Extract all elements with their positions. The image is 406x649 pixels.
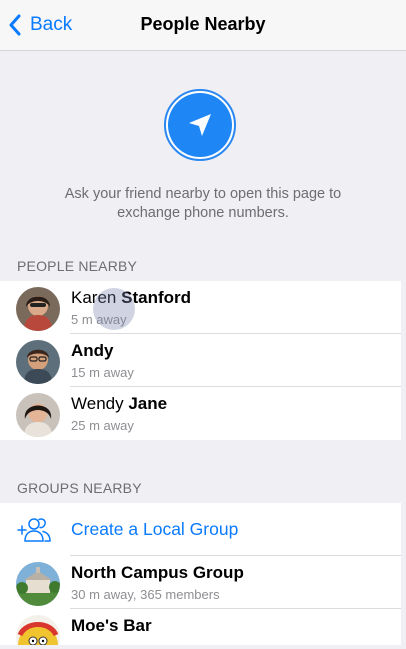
group-info: 30 m away, 365 members <box>71 587 220 602</box>
group-avatar <box>16 562 60 606</box>
location-badge <box>164 89 236 161</box>
create-local-group-button[interactable]: Create a Local Group <box>0 503 401 556</box>
touch-indicator <box>93 288 135 330</box>
person-distance: 15 m away <box>71 365 134 380</box>
groups-nearby-header: GROUPS NEARBY <box>17 480 142 496</box>
location-arrow-icon <box>189 114 211 136</box>
avatar <box>16 393 60 437</box>
groups-list: Create a Local Group North Campus Group … <box>0 503 401 645</box>
add-group-icon <box>17 518 51 542</box>
person-name: Wendy Jane <box>71 394 168 413</box>
list-item-person[interactable]: Wendy Jane 25 m away <box>0 387 401 440</box>
list-item-person[interactable]: Karen Stanford 5 m away <box>0 281 401 334</box>
people-list: Karen Stanford 5 m away Andy 15 m away W… <box>0 281 401 440</box>
avatar <box>16 340 60 384</box>
list-item-group[interactable]: Moe's Bar <box>0 609 401 645</box>
person-name: Andy <box>71 341 114 360</box>
hero-section: Ask your friend nearby to open this page… <box>0 51 406 241</box>
navigation-bar: Back People Nearby <box>0 0 406 51</box>
page-title: People Nearby <box>140 14 266 34</box>
person-distance: 25 m away <box>71 418 134 433</box>
avatar <box>16 287 60 331</box>
group-name: Moe's Bar <box>71 616 152 635</box>
hero-description: Ask your friend nearby to open this page… <box>64 186 342 221</box>
group-avatar <box>16 615 60 645</box>
create-group-label: Create a Local Group <box>71 519 239 539</box>
list-item-group[interactable]: North Campus Group 30 m away, 365 member… <box>0 556 401 609</box>
people-nearby-header: PEOPLE NEARBY <box>17 258 138 274</box>
list-item-person[interactable]: Andy 15 m away <box>0 334 401 387</box>
group-name: North Campus Group <box>71 563 244 582</box>
